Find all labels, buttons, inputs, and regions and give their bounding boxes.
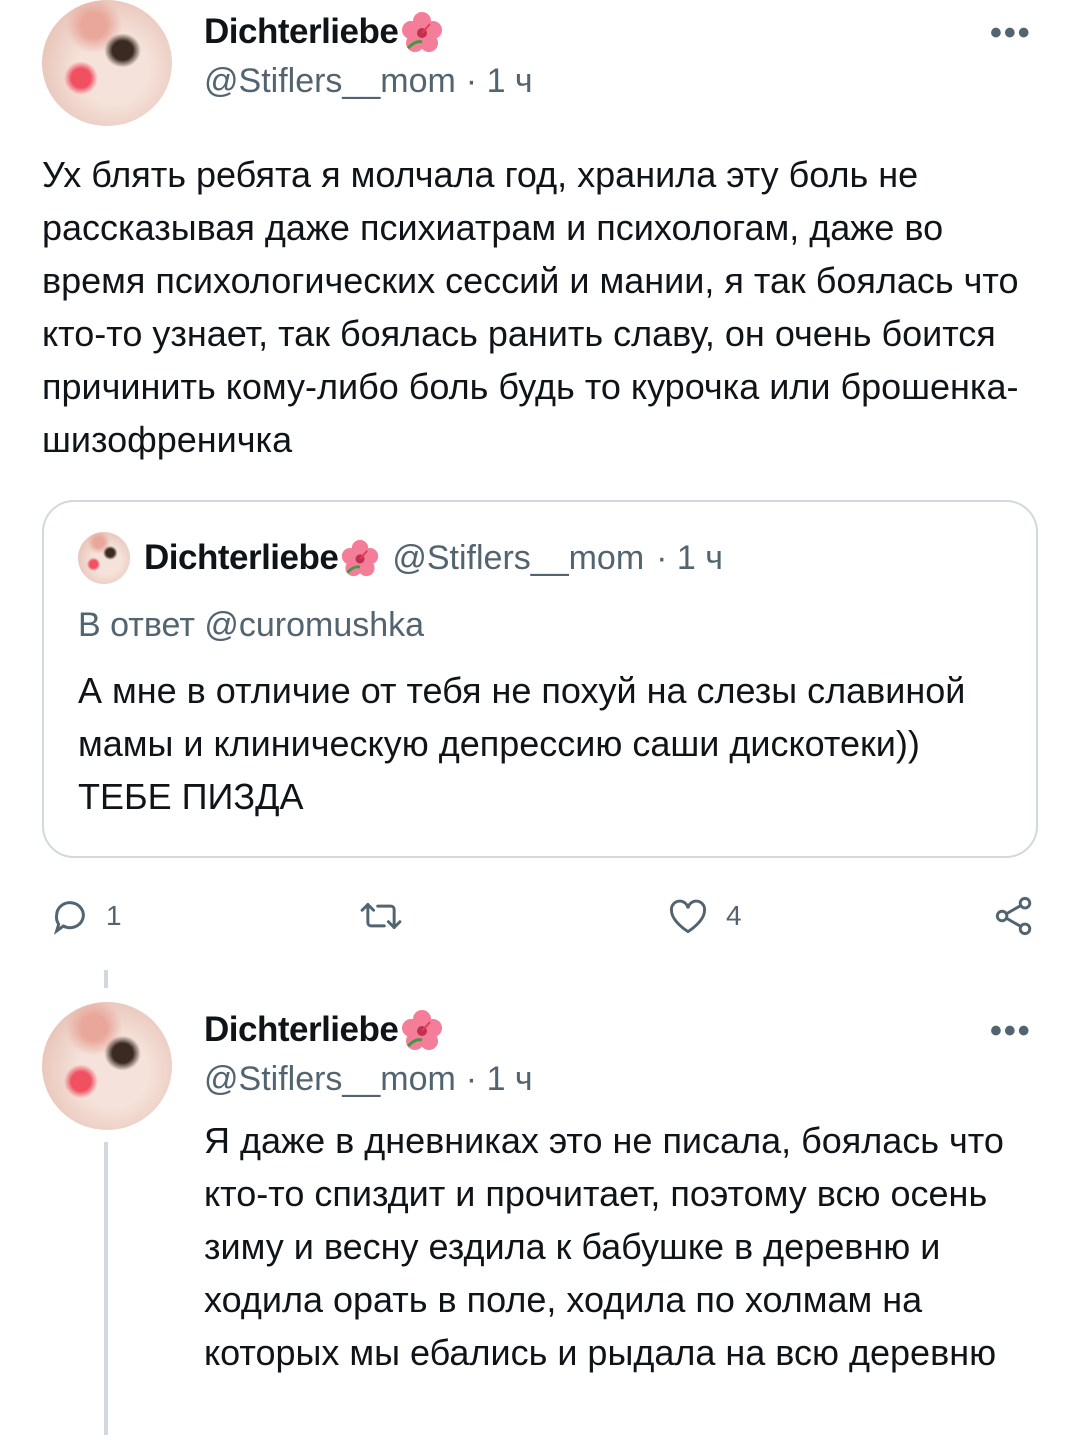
reply-more-icon[interactable]: ••• [990,1012,1032,1051]
like-count: 4 [726,900,742,931]
retweet-button[interactable] [358,896,420,936]
quoted-header: Dichterliebe @Stiflers__mom · 1 ч [144,538,723,578]
retweet-icon [360,903,402,929]
reply-avatar[interactable] [42,1002,172,1130]
reply-handle-row: @Stiflers__mom · 1 ч [204,1060,533,1099]
hibiscus-emoji-icon [402,1010,443,1050]
quoted-avatar [78,532,130,584]
reply-to: В ответ @curomushka [78,606,425,644]
reply-button[interactable]: 1 [50,896,122,936]
share-icon [995,896,1032,936]
thread-line [104,1142,108,1435]
quoted-display-name: Dichterliebe [144,538,339,577]
more-icon[interactable]: ••• [990,14,1032,53]
display-name[interactable]: Dichterliebe [204,12,399,52]
reply-handle[interactable]: @Stiflers__mom [204,1060,456,1099]
timestamp[interactable]: · 1 ч [466,62,533,101]
reply-header: Dichterliebe [204,1006,444,1054]
quoted-handle: @Stiflers__mom [392,538,645,577]
hibiscus-emoji-icon [402,12,443,52]
share-button[interactable] [992,894,1036,938]
handle[interactable]: @Stiflers__mom [204,62,456,101]
quoted-timestamp: · 1 ч [656,538,723,577]
handle-row: @Stiflers__mom · 1 ч [204,62,533,101]
avatar[interactable] [42,0,172,126]
reply-display-name[interactable]: Dichterliebe [204,1010,399,1050]
like-icon [670,899,706,934]
hibiscus-emoji-icon [342,539,379,577]
tweet-header: Dichterliebe [204,8,444,56]
tweet-text: Ух блять ребята я молчала год, хранила э… [42,154,1019,460]
quoted-tweet[interactable]: Dichterliebe @Stiflers__mom · 1 ч В отве… [42,500,1038,858]
reply-icon [53,901,85,935]
quoted-text: А мне в отличие от тебя не похуй на слез… [78,670,966,817]
like-button[interactable]: 4 [666,894,742,938]
reply-timestamp[interactable]: · 1 ч [466,1060,533,1099]
reply-count: 1 [106,900,122,931]
thread-line-top [104,970,108,988]
reply-text: Я даже в дневниках это не писала, боялас… [204,1120,1004,1373]
